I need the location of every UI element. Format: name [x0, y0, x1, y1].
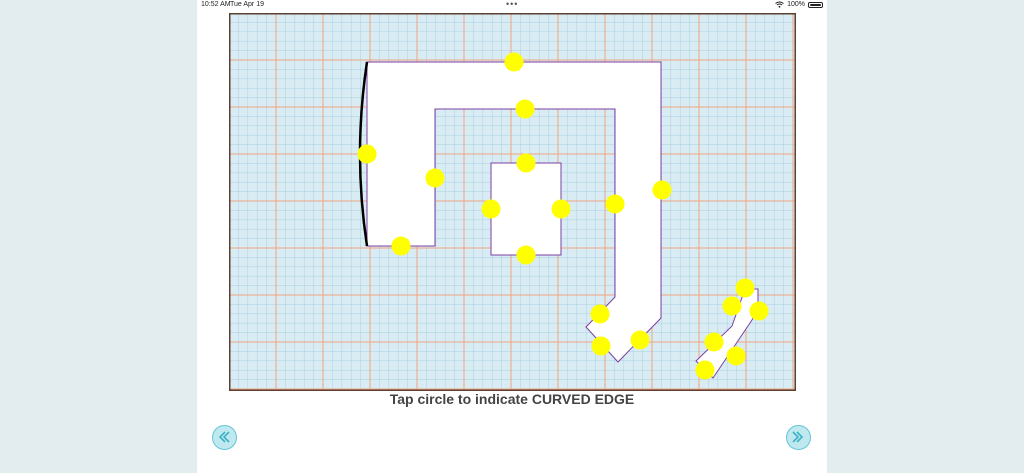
- edge-circle-bottom-left[interactable]: [391, 236, 411, 256]
- previous-button[interactable]: [212, 425, 237, 450]
- chevron-double-left-icon: [218, 431, 230, 443]
- edge-circle-top-outer[interactable]: [504, 52, 524, 72]
- edge-circle-inner-top[interactable]: [515, 99, 535, 119]
- edge-circle-inner-right[interactable]: [605, 194, 625, 214]
- next-button[interactable]: [786, 425, 811, 450]
- edge-circle-outer-right[interactable]: [652, 180, 672, 200]
- edge-circle-square-top[interactable]: [516, 153, 536, 173]
- square-shape: [490, 162, 562, 256]
- instruction-text: Tap circle to indicate CURVED EDGE: [389, 391, 635, 407]
- edge-circle-small-left-lower[interactable]: [704, 332, 724, 352]
- edge-circle-inner-left[interactable]: [425, 168, 445, 188]
- edge-circle-small-left-upper[interactable]: [722, 296, 742, 316]
- edge-circle-small-top[interactable]: [735, 278, 755, 298]
- edge-circle-diagonal-bottom-right[interactable]: [630, 330, 650, 350]
- battery-icon: [808, 1, 823, 8]
- edge-circle-square-left[interactable]: [481, 199, 501, 219]
- edge-circle-small-right[interactable]: [749, 301, 769, 321]
- status-time: 10:52 AM: [201, 1, 231, 8]
- edge-circle-square-right[interactable]: [551, 199, 571, 219]
- drawing-board: [229, 13, 796, 391]
- edge-circle-small-bottom[interactable]: [695, 360, 715, 380]
- multitask-dots[interactable]: •••: [506, 0, 518, 9]
- edge-circle-small-right-lower[interactable]: [726, 346, 746, 366]
- wifi-icon: [775, 1, 784, 8]
- edge-circle-square-bottom[interactable]: [516, 245, 536, 265]
- edge-circle-left-curved[interactable]: [357, 144, 377, 164]
- battery-percent: 100%: [787, 1, 805, 8]
- status-date: Tue Apr 19: [230, 1, 264, 8]
- status-bar: 10:52 AM Tue Apr 19 ••• 100%: [197, 0, 827, 12]
- status-right: 100%: [775, 1, 823, 8]
- edge-circle-diagonal-inner[interactable]: [590, 304, 610, 324]
- edge-circle-diagonal-bottom-left[interactable]: [591, 336, 611, 356]
- chevron-double-right-icon: [792, 431, 804, 443]
